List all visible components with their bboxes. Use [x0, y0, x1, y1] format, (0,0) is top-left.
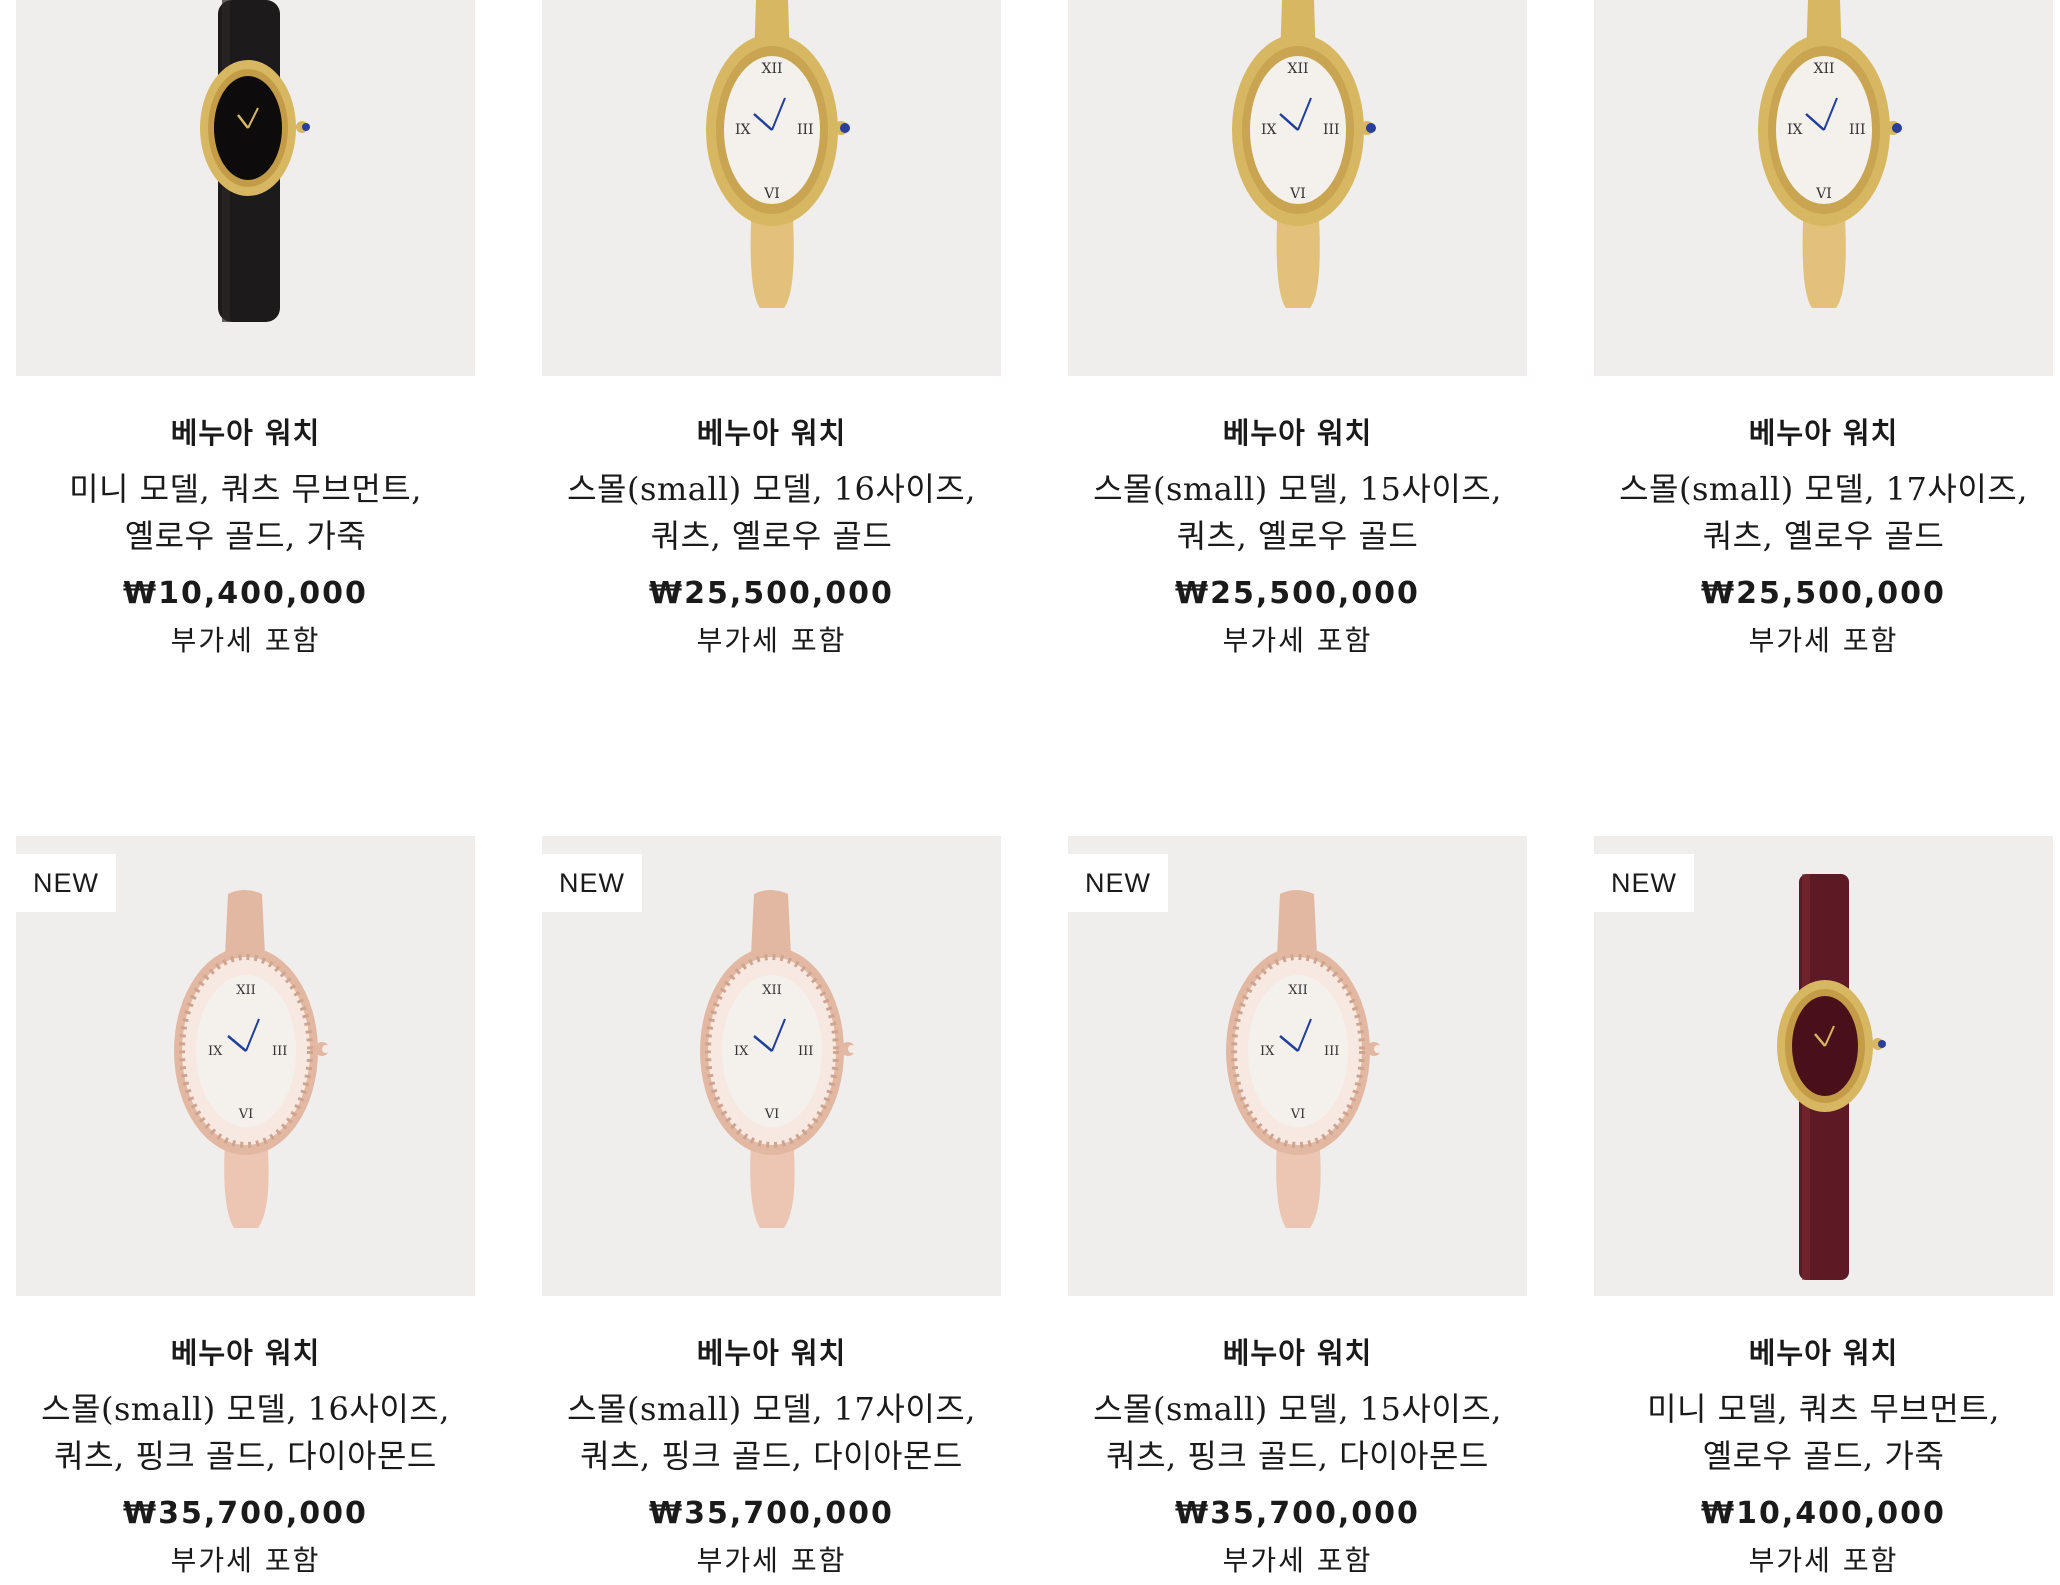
svg-text:VI: VI [764, 1107, 780, 1122]
vat-note: 부가세 포함 [170, 1544, 321, 1577]
svg-text:III: III [797, 122, 814, 138]
product-name[interactable]: 베누아 워치 [1076, 410, 1519, 452]
vat-note: 부가세 포함 [1748, 624, 1899, 657]
svg-text:XII: XII [761, 61, 782, 77]
svg-text:VI: VI [1289, 186, 1306, 202]
product-image[interactable]: XII IX III VI [1068, 0, 1527, 376]
vat-note: 부가세 포함 [1748, 1544, 1899, 1577]
product-info: 베누아 워치 스몰(small) 모델, 17사이즈, 쿼츠, 옐로우 골드 ₩… [1594, 410, 2053, 659]
product-name[interactable]: 베누아 워치 [1076, 1330, 1519, 1372]
svg-text:VI: VI [1290, 1107, 1306, 1122]
svg-text:IX: IX [734, 1044, 749, 1059]
product-price: ₩10,400,000 [1701, 1496, 1946, 1531]
vat-note: 부가세 포함 [1222, 624, 1373, 657]
product-card[interactable]: XII IX III VI NEW 베누아 워치 스몰(small) 모델, 1… [1068, 836, 1527, 1577]
vat-note: 부가세 포함 [1222, 1544, 1373, 1577]
product-price: ₩35,700,000 [123, 1496, 368, 1531]
svg-text:VI: VI [763, 186, 780, 202]
product-price: ₩10,400,000 [123, 576, 368, 611]
product-price: ₩25,500,000 [1701, 576, 1946, 611]
product-image[interactable]: XII IX III VI [542, 0, 1001, 376]
product-grid: 베누아 워치 미니 모델, 쿼츠 무브먼트, 옐로우 골드, 가죽 ₩10,40… [16, 0, 2060, 1577]
svg-text:IX: IX [208, 1044, 223, 1059]
product-price: ₩25,500,000 [649, 576, 894, 611]
svg-text:XII: XII [1813, 61, 1834, 77]
new-badge: NEW [16, 854, 116, 912]
product-card[interactable]: XII IX III VI 베누아 워치 스몰(small) 모델, 15사이즈… [1068, 0, 1527, 690]
svg-text:IX: IX [1260, 1044, 1275, 1059]
svg-text:VI: VI [1815, 186, 1832, 202]
product-image[interactable]: XII IX III VI NEW [542, 836, 1001, 1296]
product-info: 베누아 워치 스몰(small) 모델, 15사이즈, 쿼츠, 옐로우 골드 ₩… [1068, 410, 1527, 659]
watch-yellow-gold-bangle-image: XII IX III VI [706, 0, 850, 308]
svg-text:III: III [272, 1044, 287, 1059]
product-card[interactable]: 베누아 워치 미니 모델, 쿼츠 무브먼트, 옐로우 골드, 가죽 ₩10,40… [16, 0, 475, 690]
product-image[interactable]: XII IX III VI [1594, 0, 2053, 376]
svg-text:III: III [798, 1044, 813, 1059]
vat-note: 부가세 포함 [696, 624, 847, 657]
product-card[interactable]: NEW 베누아 워치 미니 모델, 쿼츠 무브먼트, 옐로우 골드, 가죽 ₩1… [1594, 836, 2053, 1577]
product-description: 미니 모델, 쿼츠 무브먼트, 옐로우 골드, 가죽 [69, 470, 422, 555]
watch-black-leather-yellow-gold-image [200, 0, 310, 322]
product-description: 미니 모델, 쿼츠 무브먼트, 옐로우 골드, 가죽 [1647, 1390, 2000, 1475]
product-description: 스몰(small) 모델, 16사이즈, 쿼츠, 핑크 골드, 다이아몬드 [41, 1390, 450, 1475]
product-description: 스몰(small) 모델, 16사이즈, 쿼츠, 옐로우 골드 [567, 470, 976, 555]
product-image[interactable] [16, 0, 475, 376]
new-badge: NEW [1068, 854, 1168, 912]
product-info: 베누아 워치 스몰(small) 모델, 15사이즈, 쿼츠, 핑크 골드, 다… [1068, 1330, 1527, 1579]
product-name[interactable]: 베누아 워치 [1602, 1330, 2045, 1372]
product-description: 스몰(small) 모델, 15사이즈, 쿼츠, 핑크 골드, 다이아몬드 [1093, 1390, 1502, 1475]
product-price: ₩35,700,000 [649, 1496, 894, 1531]
svg-text:VI: VI [238, 1107, 254, 1122]
product-image[interactable]: XII IX III VI NEW [16, 836, 475, 1296]
svg-text:XII: XII [1287, 61, 1308, 77]
svg-text:XII: XII [236, 983, 256, 998]
product-image[interactable]: XII IX III VI NEW [1068, 836, 1527, 1296]
svg-text:III: III [1323, 122, 1340, 138]
svg-text:III: III [1324, 1044, 1339, 1059]
product-card[interactable]: XII IX III VI NEW 베누아 워치 스몰(small) 모델, 1… [542, 836, 1001, 1577]
svg-text:IX: IX [1261, 122, 1277, 138]
product-card[interactable]: XII IX III VI NEW 베누아 워치 스몰(small) 모델, 1… [16, 836, 475, 1577]
product-card[interactable]: XII IX III VI 베누아 워치 스몰(small) 모델, 17사이즈… [1594, 0, 2053, 690]
product-info: 베누아 워치 스몰(small) 모델, 16사이즈, 쿼츠, 옐로우 골드 ₩… [542, 410, 1001, 659]
product-price: ₩25,500,000 [1175, 576, 1420, 611]
product-info: 베누아 워치 스몰(small) 모델, 17사이즈, 쿼츠, 핑크 골드, 다… [542, 1330, 1001, 1579]
new-badge: NEW [542, 854, 642, 912]
vat-note: 부가세 포함 [696, 1544, 847, 1577]
product-name[interactable]: 베누아 워치 [24, 1330, 467, 1372]
vat-note: 부가세 포함 [170, 624, 321, 657]
product-card[interactable]: XII IX III VI 베누아 워치 스몰(small) 모델, 16사이즈… [542, 0, 1001, 690]
svg-text:III: III [1849, 122, 1866, 138]
svg-text:XII: XII [762, 983, 782, 998]
product-description: 스몰(small) 모델, 17사이즈, 쿼츠, 옐로우 골드 [1619, 470, 2028, 555]
product-name[interactable]: 베누아 워치 [550, 410, 993, 452]
product-name[interactable]: 베누아 워치 [550, 1330, 993, 1372]
new-badge: NEW [1594, 854, 1694, 912]
product-info: 베누아 워치 미니 모델, 쿼츠 무브먼트, 옐로우 골드, 가죽 ₩10,40… [16, 410, 475, 659]
product-price: ₩35,700,000 [1175, 1496, 1420, 1531]
svg-text:XII: XII [1288, 983, 1308, 998]
product-description: 스몰(small) 모델, 17사이즈, 쿼츠, 핑크 골드, 다이아몬드 [567, 1390, 976, 1475]
product-description: 스몰(small) 모델, 15사이즈, 쿼츠, 옐로우 골드 [1093, 470, 1502, 555]
watch-yellow-gold-bangle-image: XII IX III VI [1758, 0, 1902, 308]
product-image[interactable]: NEW [1594, 836, 2053, 1296]
svg-text:IX: IX [735, 122, 751, 138]
svg-text:IX: IX [1787, 122, 1803, 138]
product-info: 베누아 워치 미니 모델, 쿼츠 무브먼트, 옐로우 골드, 가죽 ₩10,40… [1594, 1330, 2053, 1579]
product-name[interactable]: 베누아 워치 [1602, 410, 2045, 452]
product-info: 베누아 워치 스몰(small) 모델, 16사이즈, 쿼츠, 핑크 골드, 다… [16, 1330, 475, 1579]
product-name[interactable]: 베누아 워치 [24, 410, 467, 452]
watch-yellow-gold-bangle-image: XII IX III VI [1232, 0, 1376, 308]
